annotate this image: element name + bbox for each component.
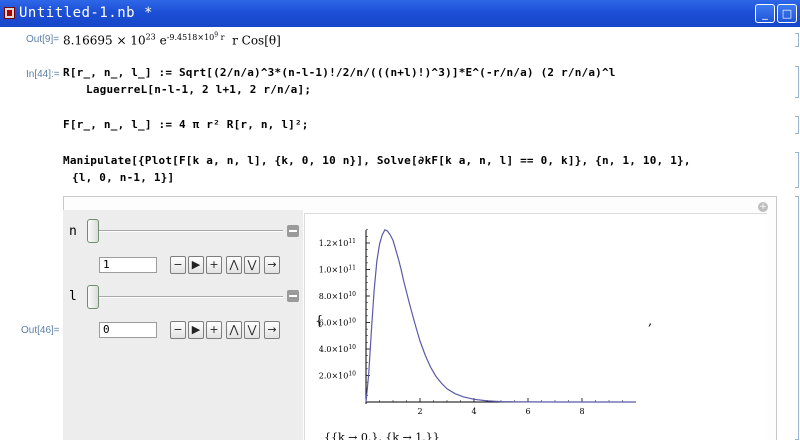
in44-label: In[44]:=	[26, 69, 60, 80]
minimize-button[interactable]: _	[755, 4, 775, 23]
manipulate-line1[interactable]: Manipulate[{Plot[F[k a, n, l], {k, 0, 10…	[63, 154, 691, 167]
n-increment-button[interactable]: +	[206, 256, 222, 274]
slider-l-thumb[interactable]	[87, 285, 99, 309]
y-tick-exponent: 10	[348, 318, 356, 325]
y-tick-exponent: 10	[348, 291, 356, 298]
x-tick-label: 2	[417, 407, 422, 416]
l-decrement-button[interactable]: −	[170, 321, 186, 339]
l-play-button[interactable]: ▶	[188, 321, 204, 339]
manipulate-options-button[interactable]: +	[758, 202, 768, 212]
out9-e: e	[155, 33, 167, 48]
n-faster-button[interactable]: ⋀	[226, 256, 242, 274]
x-tick-label: 4	[471, 407, 476, 416]
window-title: Untitled-1.nb *	[19, 5, 153, 21]
y-tick-label: 1.2×1011	[319, 238, 356, 248]
title-bar[interactable]: Untitled-1.nb * _ □	[0, 0, 800, 27]
n-play-button[interactable]: ▶	[188, 256, 204, 274]
y-tick-label: 4.0×1010	[319, 344, 356, 354]
l-faster-button[interactable]: ⋀	[226, 321, 242, 339]
y-tick-label: 6.0×1010	[319, 318, 356, 328]
y-tick-exponent: 11	[348, 238, 356, 245]
y-tick-exponent: 10	[348, 371, 356, 378]
l-increment-button[interactable]: +	[206, 321, 222, 339]
control-n-value-field[interactable]: 1	[99, 257, 157, 273]
out9-label: Out[9]=	[26, 34, 60, 45]
radial-distribution-plot[interactable]: 2.0×1010 4.0×1010 6.0×1010 8.0×1010 1.0×1011…	[318, 225, 636, 416]
out9-exponent: 23	[145, 32, 156, 42]
out46-label: Out[46]=	[21, 325, 60, 336]
f-cell-bracket[interactable]	[795, 116, 799, 134]
mathematica-app-icon	[4, 7, 15, 19]
x-tick-label: 8	[579, 407, 584, 416]
y-tick-label: 8.0×1010	[319, 291, 356, 301]
out9-tail: r Cos[θ]	[224, 33, 281, 48]
slider-n-collapse-button[interactable]	[287, 225, 299, 237]
manipulate-line2[interactable]: {l, 0, n-1, 1}]	[72, 171, 174, 184]
list-comma: ,	[648, 314, 653, 329]
in44-line2[interactable]: LaguerreL[n-l-1, 2 l+1, 2 r/n/a];	[86, 83, 311, 96]
x-tick-label: 6	[525, 407, 530, 416]
y-tick-exponent: 11	[348, 265, 356, 272]
solve-result: {{k → 0.}, {k → 1.}}	[324, 431, 440, 440]
out9-mantissa: 8.16695 × 10	[63, 33, 146, 48]
slider-l-collapse-button[interactable]	[287, 290, 299, 302]
y-tick-exponent: 10	[348, 344, 356, 351]
control-n-label: n	[69, 224, 77, 239]
maximize-button[interactable]: □	[777, 4, 797, 23]
l-slower-button[interactable]: ⋁	[244, 321, 260, 339]
series-line	[365, 229, 636, 403]
slider-l-track[interactable]	[93, 296, 283, 298]
y-tick-label: 1.0×1011	[319, 265, 356, 275]
out9-value[interactable]: 8.16695 × 1023 e-9.4518×109 r r Cos[θ]	[63, 31, 281, 48]
in44-cell-bracket[interactable]	[795, 66, 799, 98]
slider-n-thumb[interactable]	[87, 219, 99, 243]
control-l-value-field[interactable]: 0	[99, 322, 157, 338]
control-l-label: l	[69, 289, 77, 304]
n-direction-button[interactable]: →	[264, 256, 280, 274]
out9-cell-bracket[interactable]	[795, 33, 799, 47]
y-tick-label: 2.0×1010	[319, 371, 356, 381]
l-direction-button[interactable]: →	[264, 321, 280, 339]
manipulate-cell-bracket[interactable]	[795, 152, 799, 188]
n-decrement-button[interactable]: −	[170, 256, 186, 274]
out46-cell-bracket[interactable]	[795, 196, 799, 440]
out9-eexp: -9.4518×10	[166, 32, 215, 42]
slider-n-track[interactable]	[93, 230, 283, 232]
n-slower-button[interactable]: ⋁	[244, 256, 260, 274]
f-definition[interactable]: F[r_, n_, l_] := 4 π r² R[r, n, l]²;	[63, 118, 309, 131]
in44-line1[interactable]: R[r_, n_, l_] := Sqrt[(2/n/a)^3*(n-l-1)!…	[63, 66, 616, 79]
